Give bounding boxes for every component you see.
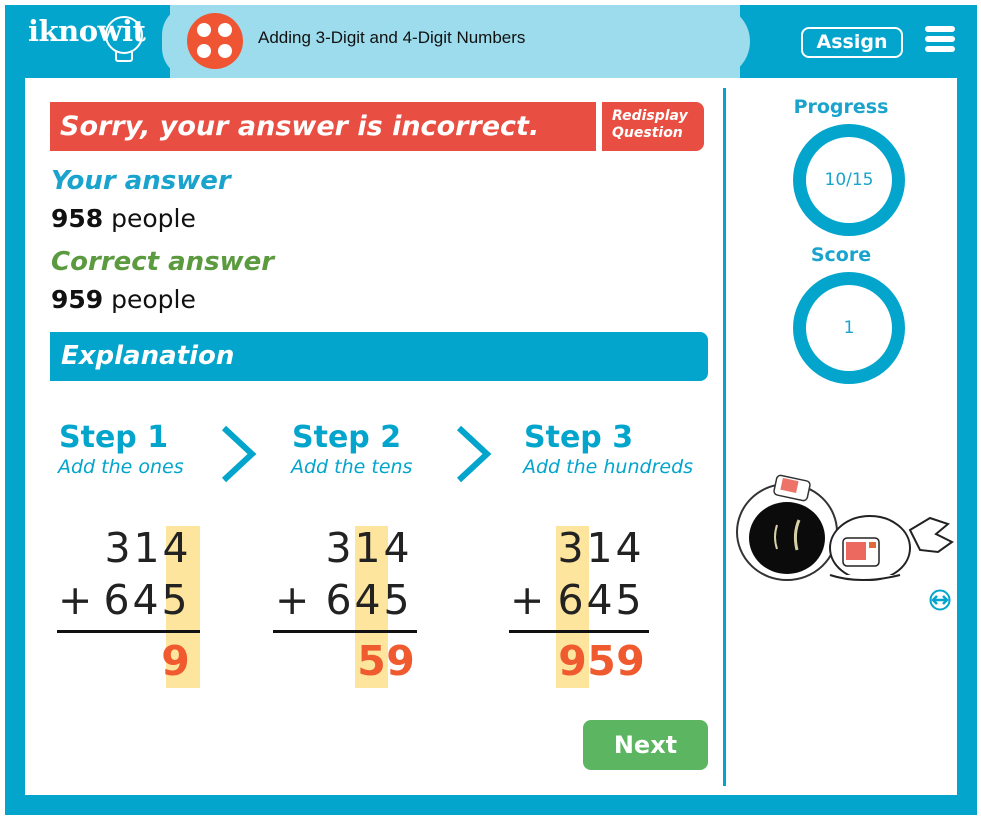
chevron-right-icon: [221, 425, 257, 483]
step-2-heading: Step 2 Add the tens: [291, 420, 413, 478]
correct-answer-number: 959: [51, 285, 104, 314]
digit: 1: [354, 524, 381, 572]
step-1-heading: Step 1 Add the ones: [58, 420, 184, 478]
result-digit: 9: [386, 637, 415, 685]
step-title: Step 2: [292, 420, 402, 455]
assign-button[interactable]: Assign: [801, 27, 903, 58]
step-subtitle: Add the tens: [291, 456, 413, 478]
digit: 1: [133, 524, 160, 572]
digit: 5: [383, 576, 410, 624]
addend-bottom: +645: [275, 576, 411, 628]
sum-rule: [57, 630, 200, 633]
step-subtitle: Add the hundreds: [523, 456, 694, 478]
digit: 3: [557, 524, 584, 572]
plus-sign: +: [275, 576, 310, 624]
plus-sign: +: [510, 576, 545, 624]
digit: 1: [586, 524, 613, 572]
step-subtitle: Add the ones: [58, 456, 184, 478]
digit: 5: [615, 576, 642, 624]
correct-answer-value: 959 people: [51, 285, 196, 314]
sum-result: 959: [558, 637, 645, 689]
sum-result: 59: [357, 637, 415, 689]
digit: 4: [586, 576, 613, 624]
result-digit: 5: [357, 637, 386, 685]
step-3-heading: Step 3 Add the hundreds: [523, 420, 694, 478]
correct-answer-unit: people: [111, 285, 196, 314]
hamburger-menu-icon[interactable]: [925, 26, 955, 52]
result-digit: 9: [161, 637, 190, 685]
redisplay-label-line1: Redisplay: [612, 108, 688, 124]
addend-top: 314: [324, 524, 411, 576]
progress-label: Progress: [793, 96, 889, 118]
correct-answer-label: Correct answer: [51, 247, 275, 277]
horizontal-resize-icon[interactable]: [929, 589, 951, 611]
addend-bottom: +645: [58, 576, 189, 628]
panel-divider: [723, 88, 726, 786]
sleeping-astronaut-illustration: [736, 474, 954, 581]
digit: 4: [354, 576, 381, 624]
your-answer-label: Your answer: [51, 166, 231, 196]
digit: 3: [325, 524, 352, 572]
addend-top: 314: [556, 524, 643, 576]
digit: 6: [325, 576, 352, 624]
explanation-header: Explanation: [50, 332, 708, 381]
digit: 4: [162, 524, 189, 572]
digit: 4: [383, 524, 410, 572]
sum-rule: [509, 630, 649, 633]
lesson-title: Adding 3-Digit and 4-Digit Numbers: [258, 28, 526, 47]
chevron-right-icon: [456, 425, 492, 483]
digit: 4: [132, 576, 159, 624]
four-dots-icon: [187, 13, 243, 69]
digit: 3: [104, 524, 131, 572]
lightbulb-base-icon: [115, 52, 133, 62]
digit: 4: [615, 524, 642, 572]
digit: 6: [557, 576, 584, 624]
plus-sign: +: [58, 576, 93, 624]
progress-value: 10/15: [824, 170, 874, 190]
sum-result: 9: [161, 637, 190, 689]
incorrect-banner: Sorry, your answer is incorrect.: [50, 102, 596, 151]
score-value: 1: [843, 318, 855, 338]
your-answer-value: 958 people: [51, 204, 196, 233]
next-button[interactable]: Next: [583, 720, 708, 770]
digit: 5: [161, 576, 188, 624]
redisplay-label-line2: Question: [612, 125, 683, 141]
result-digit: 9: [558, 637, 587, 685]
addend-top: 314: [103, 524, 190, 576]
score-ring: 1: [793, 272, 905, 384]
score-label: Score: [810, 244, 872, 266]
lightbulb-icon: [105, 16, 143, 54]
result-digit: 9: [616, 637, 645, 685]
addend-bottom: +645: [510, 576, 643, 628]
redisplay-question-button[interactable]: Redisplay Question: [602, 102, 704, 151]
digit: 6: [103, 576, 130, 624]
sum-rule: [273, 630, 417, 633]
step-title: Step 3: [524, 420, 634, 455]
your-answer-number: 958: [51, 204, 104, 233]
progress-ring: 10/15: [793, 124, 905, 236]
step-title: Step 1: [59, 420, 169, 455]
result-digit: 5: [587, 637, 616, 685]
your-answer-unit: people: [111, 204, 196, 233]
